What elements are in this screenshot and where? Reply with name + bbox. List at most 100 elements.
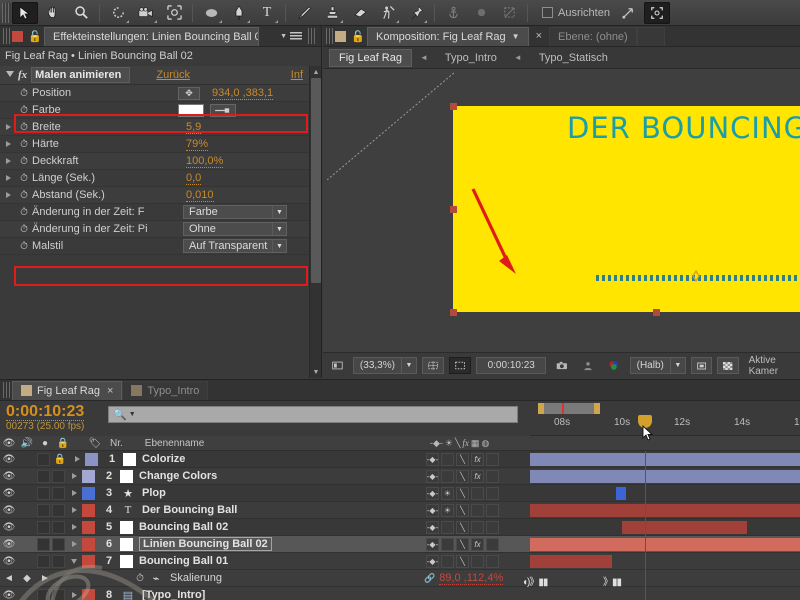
scroll-up-icon[interactable]: ▲ (310, 66, 322, 78)
solo-toggle[interactable] (37, 589, 50, 600)
effects-panel-grip-right[interactable] (308, 28, 315, 44)
tab-timeline-fig-leaf-rag[interactable]: Fig Leaf Rag × (12, 381, 122, 400)
lock-toggle[interactable] (52, 470, 65, 483)
lock-toggle[interactable] (52, 589, 65, 600)
layer-name[interactable]: [Typo_Intro] (142, 589, 205, 600)
layer-track[interactable] (530, 485, 800, 501)
expand-arrow[interactable] (66, 507, 82, 513)
effects-switch[interactable]: ╲ (456, 538, 469, 551)
lock-toggle[interactable] (52, 555, 65, 568)
table-row[interactable]: 👁 3 ★ Plop -◆- ☀ ╲ (0, 485, 800, 502)
camera-tool[interactable] (133, 2, 159, 24)
effect-header-malen-animieren[interactable]: fx Malen animieren Zurück Inf (0, 66, 321, 85)
motionblur-switch[interactable] (486, 453, 499, 466)
expand-arrow[interactable] (66, 524, 82, 530)
layer-name[interactable]: Der Bouncing Ball (142, 504, 237, 516)
toolbar-grip[interactable] (2, 3, 11, 23)
expand-arrow[interactable] (66, 592, 82, 598)
property-expand-arrow[interactable] (0, 158, 16, 164)
comp-timecode[interactable]: 0:00:10:23 (476, 357, 546, 374)
subtab-fig-leaf-rag[interactable]: Fig Leaf Rag (329, 49, 412, 67)
lock-toggle[interactable] (52, 487, 65, 500)
visibility-icon[interactable]: 👁 (0, 556, 18, 567)
expand-arrow[interactable] (66, 541, 82, 547)
property-expand-arrow[interactable] (0, 124, 16, 130)
effects-switch[interactable]: ╲ (456, 555, 469, 568)
parent-switch[interactable]: -◆- (426, 487, 439, 500)
keyframe-group-1[interactable]: ◖)》▮▮ (522, 573, 547, 588)
lock-icon[interactable]: 🔓 (28, 30, 40, 43)
solo-toggle[interactable] (37, 504, 50, 517)
layer-track[interactable] (530, 536, 800, 552)
comp-flowchart-icon[interactable] (327, 357, 348, 374)
stopwatch-icon[interactable]: ⏱ (16, 241, 32, 252)
keyframe-prev-icon[interactable]: ◄ (0, 573, 18, 584)
quality-switch[interactable] (441, 538, 454, 551)
show-snapshot-icon[interactable] (578, 357, 598, 374)
region-of-interest-icon[interactable] (644, 2, 670, 24)
circle-handle-icon[interactable] (468, 2, 494, 24)
visibility-icon[interactable]: 👁 (0, 454, 18, 465)
chevron-down-icon[interactable] (6, 71, 14, 81)
align-control-group[interactable]: Ausrichten (542, 7, 610, 19)
layer-name[interactable]: Plop (142, 487, 166, 499)
visibility-icon[interactable]: 👁 (0, 471, 18, 482)
expand-arrow-open[interactable] (66, 559, 82, 564)
pan-behind-tool[interactable] (161, 2, 187, 24)
lock-icon[interactable]: 🔓 (351, 30, 363, 43)
keyframe-group-2[interactable]: 》▮▮ (603, 573, 621, 588)
parent-switch[interactable]: -◆- (426, 453, 439, 466)
motionblur-switch[interactable] (486, 555, 499, 568)
quality-switch[interactable]: ☀ (441, 487, 454, 500)
path-keyframe-icons[interactable] (688, 267, 718, 287)
quality-switch[interactable] (441, 521, 454, 534)
property-row-abstand[interactable]: ⏱ Abstand (Sek.) 0,010 (0, 187, 321, 204)
visibility-icon[interactable]: 👁 (0, 539, 18, 550)
fx-switch[interactable]: fx (471, 453, 484, 466)
quality-switch[interactable] (441, 453, 454, 466)
table-row[interactable]: 👁 4 T Der Bouncing Ball -◆- ☀ ╲ (0, 502, 800, 519)
layer-track[interactable] (530, 451, 800, 467)
hand-tool[interactable] (40, 2, 66, 24)
property-expand-arrow[interactable] (0, 175, 16, 181)
property-row-position[interactable]: ⏱ Position ✥ 934,0 ,383,1 (0, 85, 321, 102)
layer-color[interactable] (82, 538, 95, 551)
solo-toggle[interactable] (37, 453, 50, 466)
visibility-icon[interactable]: 👁 (0, 505, 18, 516)
table-row[interactable]: 👁 🔒 1 Colorize -◆- ╲ fx (0, 451, 800, 468)
stopwatch-icon[interactable]: ⏱ (16, 122, 32, 133)
stopwatch-icon[interactable]: ⏱ (16, 224, 32, 235)
tab-layer[interactable]: Ebene: (ohne) (549, 27, 637, 46)
layer-color[interactable] (85, 453, 98, 466)
layer-track[interactable] (530, 553, 800, 569)
solo-toggle[interactable] (37, 521, 50, 534)
table-row[interactable]: 👁 5 Bouncing Ball 02 -◆- ╲ (0, 519, 800, 536)
layer-handle-bc[interactable] (653, 309, 660, 316)
fx-switch[interactable] (471, 504, 484, 517)
layer-bar[interactable] (530, 555, 612, 568)
effects-panel-grip[interactable] (3, 28, 10, 44)
layer-track[interactable] (530, 502, 800, 518)
resolution-select[interactable]: (Halb) ▼ (630, 357, 686, 374)
work-area-bar[interactable] (538, 403, 600, 414)
region-of-interest-button[interactable] (449, 357, 471, 374)
eraser-tool[interactable] (347, 2, 373, 24)
dropdown-aenderung-pinsel[interactable]: Ohne ▼ (183, 222, 287, 236)
layer-handle-tl[interactable] (450, 103, 457, 110)
clone-stamp-tool[interactable] (319, 2, 345, 24)
layer-bar[interactable] (530, 453, 800, 466)
table-row[interactable]: 👁 2 Change Colors -◆- ╲ fx (0, 468, 800, 485)
position-picker-icon[interactable]: ✥ (178, 87, 200, 100)
comp-panel-grip[interactable] (326, 28, 333, 44)
layer-name[interactable]: Bouncing Ball 01 (139, 555, 228, 567)
property-value[interactable]: 0,010 (186, 189, 214, 202)
snap-arrow-icon[interactable] (616, 2, 642, 24)
solo-toggle[interactable] (37, 555, 50, 568)
effects-switch[interactable]: ╲ (456, 453, 469, 466)
visibility-icon[interactable]: 👁 (0, 488, 18, 499)
parent-switch[interactable]: -◆- (426, 521, 439, 534)
effects-panel-menu-button[interactable]: ▼ (280, 28, 321, 44)
motionblur-switch[interactable] (486, 504, 499, 517)
stopwatch-icon[interactable]: ⏱ (16, 173, 32, 184)
snapshot-icon[interactable] (551, 357, 573, 374)
